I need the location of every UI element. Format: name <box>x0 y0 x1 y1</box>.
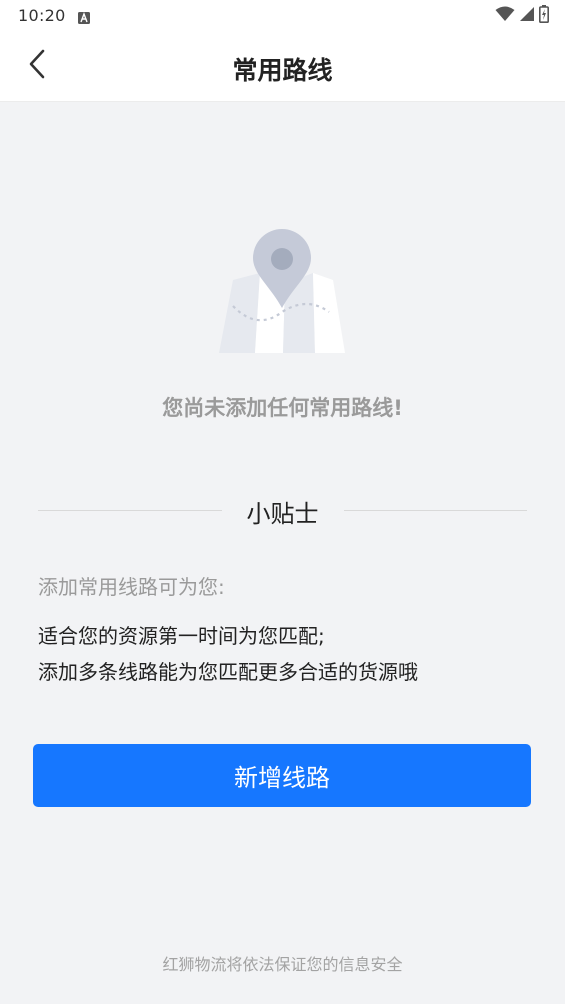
status-bar: 10:20 <box>0 0 565 32</box>
tips-title: 小贴士 <box>246 500 319 528</box>
battery-charging-icon <box>539 5 549 27</box>
tips-intro: 添加常用线路可为您: <box>38 575 225 599</box>
tips-divider-right <box>344 510 527 511</box>
privacy-footer: 红狮物流将依法保证您的信息安全 <box>162 955 403 974</box>
status-icons <box>495 5 549 27</box>
tips-text-line: 适合您的资源第一时间为您匹配; <box>38 624 325 648</box>
nav-bar: 常用路线 <box>0 32 565 102</box>
add-route-button[interactable]: 新增线路 <box>33 744 531 807</box>
page-title: 常用路线 <box>232 56 333 85</box>
notification-a-icon <box>78 9 90 24</box>
map-pin-illustration <box>215 228 349 358</box>
signal-icon <box>519 6 535 26</box>
empty-message: 您尚未添加任何常用路线! <box>162 396 403 420</box>
tips-text-line: 添加多条线路能为您匹配更多合适的货源哦 <box>38 660 418 684</box>
wifi-icon <box>495 6 515 26</box>
status-time: 10:20 <box>18 6 66 25</box>
